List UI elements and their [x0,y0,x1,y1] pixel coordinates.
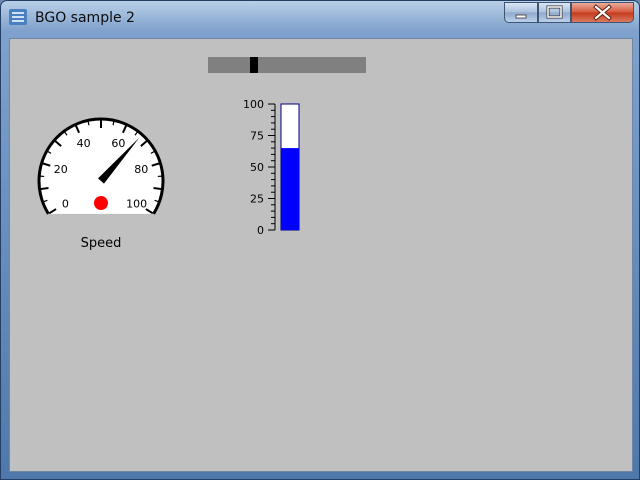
minimize-icon [515,14,527,19]
maximize-icon [546,5,563,19]
level-bar-fill [281,148,299,230]
gauge-tick [87,121,90,126]
maximize-button[interactable] [538,2,571,23]
slider-track[interactable] [208,57,366,73]
bgo-canvas: 0 20 40 60 80 100 Speed 100 75 50 25 0 [37,57,366,251]
close-icon [593,4,612,21]
level-tick-label: 50 [250,161,264,174]
gauge-tick-label: 20 [54,163,68,176]
level-tick-label: 25 [250,193,264,206]
minimize-button[interactable] [504,2,538,23]
gauge-indicator-dot [94,196,108,210]
level-tick-label: 0 [257,224,264,237]
title-bar[interactable]: BGO sample 2 [1,1,639,35]
gauge-tick-label: 60 [111,137,125,150]
gauge-label: Speed [81,236,122,251]
gauge-tick-label: 100 [126,197,147,210]
gauge-tick [153,187,162,191]
app-window: BGO sample 2 0 20 40 60 80 100 Speed 100… [0,0,640,480]
gauge-tick-label: 0 [62,197,69,210]
client-area: 0 20 40 60 80 100 Speed 100 75 50 25 0 [9,38,633,472]
level-bar: 100 75 50 25 0 [243,98,300,237]
gauge-tick [112,121,115,126]
gauge-tick [40,187,49,191]
close-button[interactable] [571,2,634,23]
speed-gauge: 0 20 40 60 80 100 [37,117,165,215]
level-tick-label: 75 [250,130,264,143]
app-icon [9,9,27,25]
gauge-tick-label: 40 [77,137,91,150]
gauge-tick-label: 80 [134,163,148,176]
slider-thumb[interactable] [250,57,258,73]
window-title: BGO sample 2 [35,10,135,26]
slider[interactable] [208,57,366,73]
level-tick-label: 100 [243,98,264,111]
